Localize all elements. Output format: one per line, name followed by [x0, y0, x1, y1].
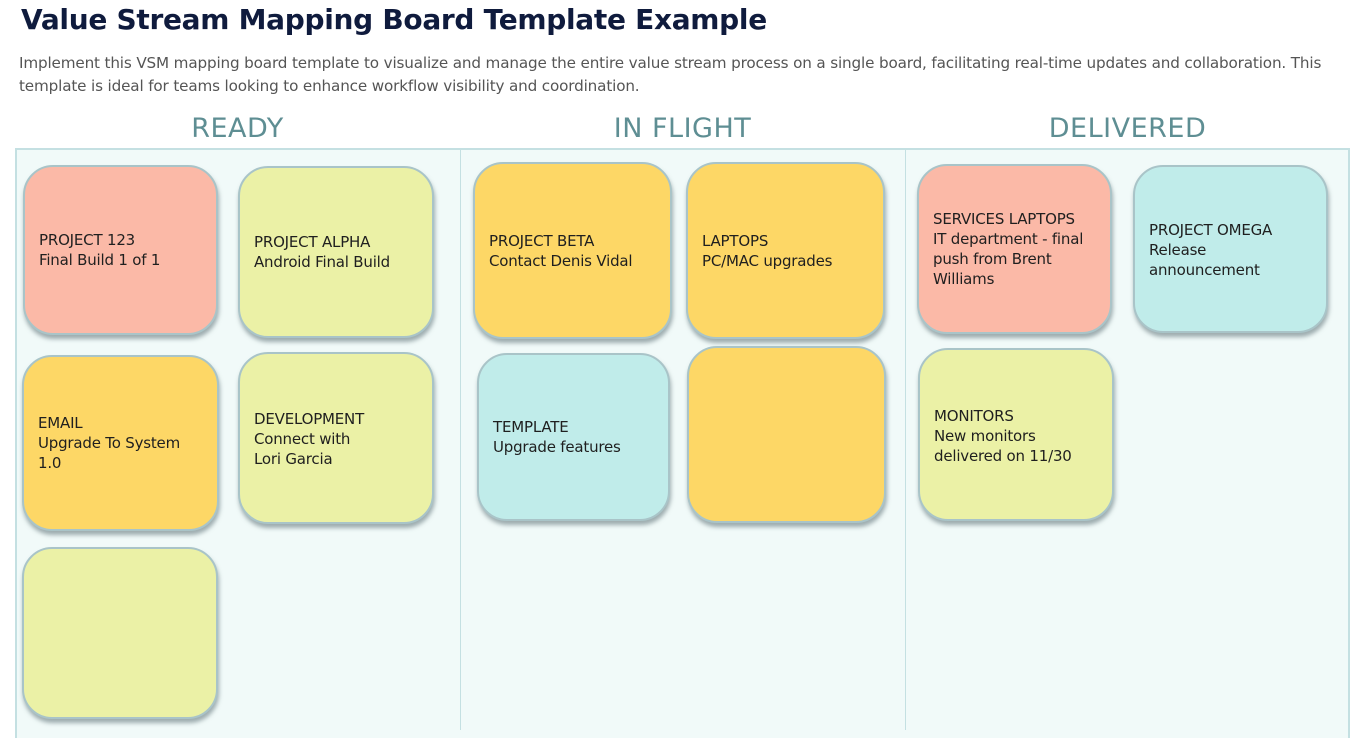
card-services-laptops[interactable]: SERVICES LAPTOPS IT department - final pu… — [917, 164, 1112, 334]
card-title: PROJECT BETA — [489, 231, 595, 250]
card-project-beta[interactable]: PROJECT BETA Contact Denis Vidal — [473, 162, 672, 339]
card-laptops[interactable]: LAPTOPS PC/MAC upgrades — [686, 162, 885, 339]
card-email[interactable]: EMAIL Upgrade To System 1.0 — [22, 355, 219, 531]
card-body: Release announcement — [1149, 241, 1260, 279]
card-title: DEVELOPMENT — [254, 410, 365, 428]
card-development[interactable]: DEVELOPMENT Connect with Lori Garcia — [238, 352, 434, 524]
card-title: TEMPLATE — [493, 418, 569, 436]
card-title: PROJECT ALPHA — [254, 233, 371, 251]
card-body: New monitors delivered on 11/30 — [934, 427, 1072, 465]
card-body: Final Build 1 of 1 — [39, 251, 161, 269]
column-divider — [905, 150, 906, 730]
card-empty[interactable] — [22, 547, 218, 719]
card-body: IT department - final push from Brent Wi… — [933, 230, 1084, 288]
card-body: Upgrade To System 1.0 — [38, 434, 180, 472]
column-header-delivered: DELIVERED — [1048, 113, 1207, 144]
card-empty[interactable] — [687, 346, 886, 523]
card-title: PROJECT OMEGA — [1149, 221, 1273, 239]
card-project-123[interactable]: PROJECT 123 Final Build 1 of 1 — [23, 165, 218, 335]
card-title: EMAIL — [38, 414, 83, 432]
column-header-in-flight: IN FLIGHT — [613, 113, 752, 144]
page-title: Value Stream Mapping Board Template Exam… — [21, 3, 767, 36]
card-body: Android Final Build — [254, 253, 390, 271]
card-project-omega[interactable]: PROJECT OMEGA Release announcement — [1133, 165, 1328, 333]
card-body: Upgrade features — [493, 438, 621, 456]
column-divider — [460, 150, 461, 730]
card-body: Contact Denis Vidal — [489, 251, 633, 270]
card-body: Connect with Lori Garcia — [254, 430, 351, 468]
card-template[interactable]: TEMPLATE Upgrade features — [477, 353, 670, 521]
card-project-alpha[interactable]: PROJECT ALPHA Android Final Build — [238, 166, 434, 338]
card-body: PC/MAC upgrades — [702, 251, 833, 270]
column-header-ready: READY — [191, 113, 284, 144]
card-title: MONITORS — [934, 407, 1014, 425]
card-title: PROJECT 123 — [39, 231, 136, 249]
card-title: SERVICES LAPTOPS — [933, 210, 1075, 228]
page-description: Implement this VSM mapping board templat… — [19, 54, 1322, 95]
card-monitors[interactable]: MONITORS New monitors delivered on 11/30 — [918, 348, 1114, 521]
card-title: LAPTOPS — [702, 231, 769, 250]
